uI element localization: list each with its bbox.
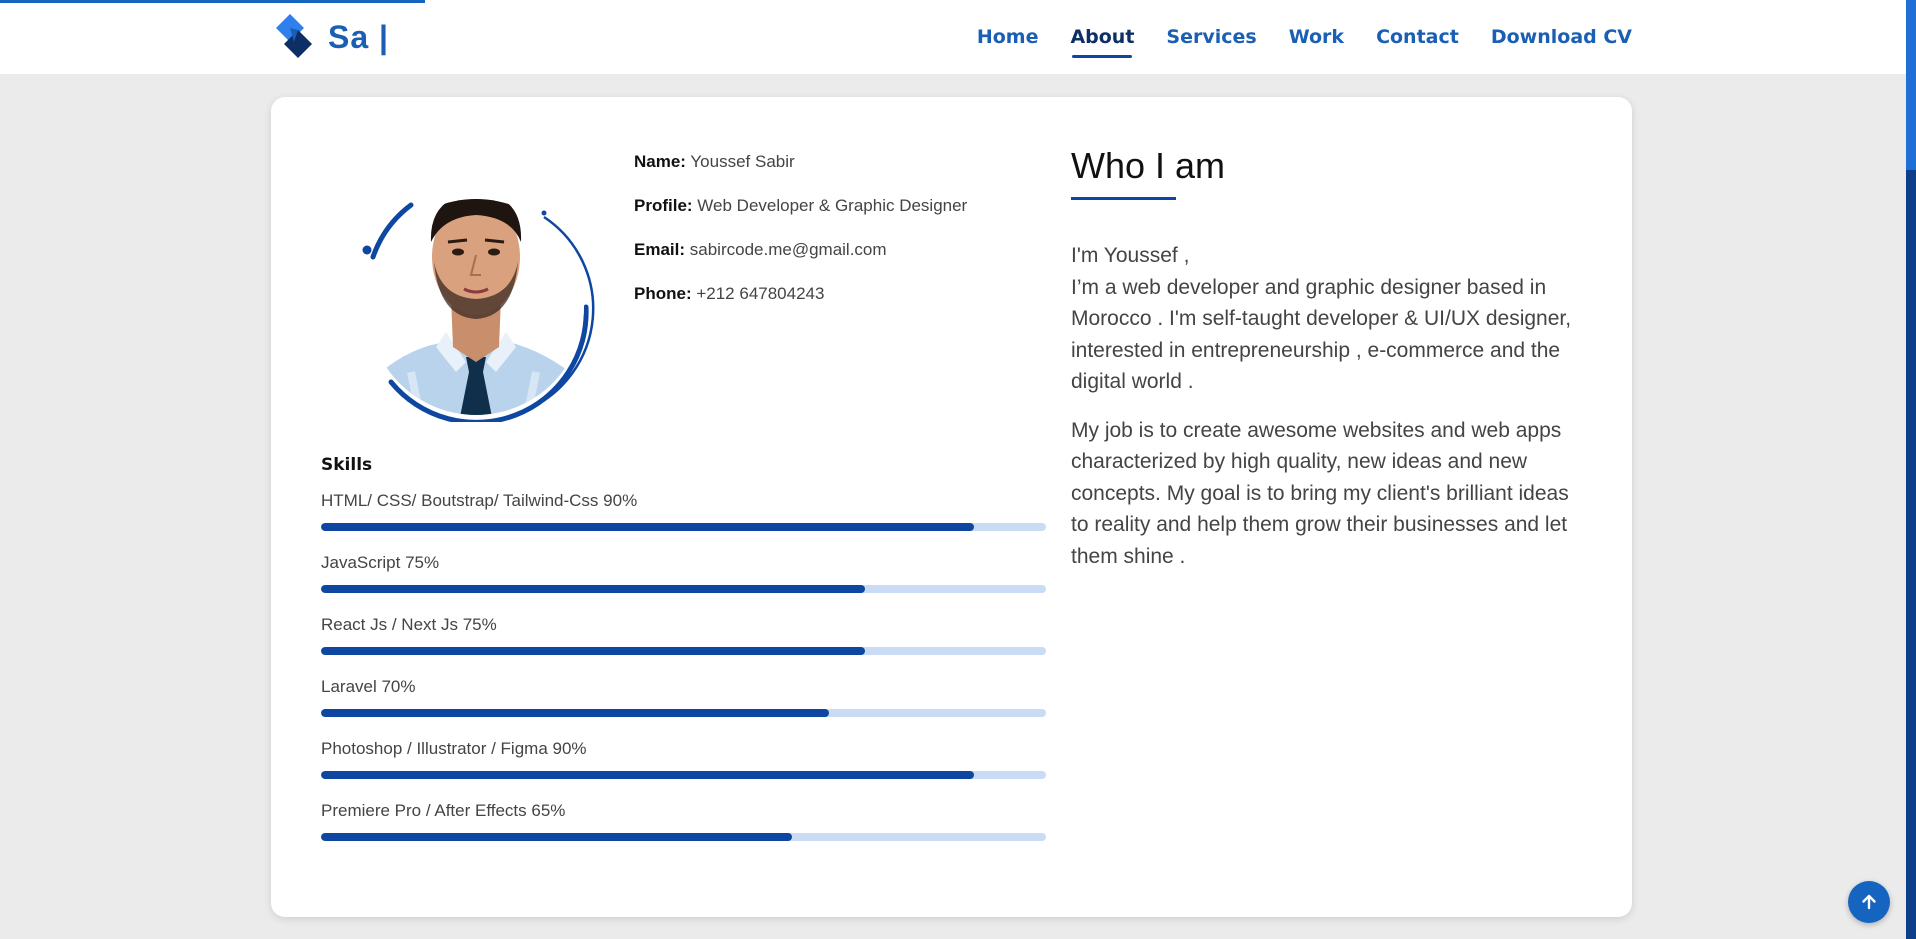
info-email: Email: sabircode.me@gmail.com [634, 239, 967, 260]
skill-progress-track [321, 771, 1046, 779]
skill-label: JavaScript 75% [321, 553, 440, 572]
skill-progress-track [321, 833, 1046, 841]
skill-progress-track [321, 647, 1046, 655]
profile-photo [351, 147, 596, 425]
phone-value: +212 647804243 [696, 284, 825, 303]
arrow-up-icon [1862, 894, 1876, 910]
skill-label: HTML/ CSS/ Boutstrap/ Tailwind-Css 90% [321, 491, 638, 510]
skill-item: JavaScript 75% [321, 553, 1046, 615]
about-intro: I’m a web developer and graphic designer… [1071, 275, 1572, 394]
skill-label: Laravel 70% [321, 677, 416, 696]
skill-progress-fill [321, 709, 829, 717]
skill-progress-track [321, 709, 1046, 717]
info-phone: Phone: +212 647804243 [634, 283, 967, 304]
skill-progress-fill [321, 585, 865, 593]
nav-contact[interactable]: Contact [1376, 20, 1459, 54]
about-greeting: I'm Youssef , [1071, 244, 1190, 267]
about-card: Name: Youssef Sabir Profile: Web Develop… [271, 97, 1632, 917]
info-name: Name: Youssef Sabir [634, 151, 967, 172]
who-i-am-section: Who I am I'm Youssef , I’m a web develop… [1071, 145, 1591, 589]
skill-item: Premiere Pro / After Effects 65% [321, 801, 1046, 863]
skill-item: React Js / Next Js 75% [321, 615, 1046, 677]
navbar: Sa | Home About Services Work Contact Do… [0, 0, 1906, 74]
nav-home[interactable]: Home [977, 20, 1039, 54]
brand-text: Sa | [328, 18, 389, 55]
skill-progress-fill [321, 523, 974, 531]
email-value: sabircode.me@gmail.com [689, 240, 887, 259]
scrollbar-thumb[interactable] [1906, 0, 1916, 170]
main-nav: Home About Services Work Contact Downloa… [977, 0, 1632, 74]
scroll-progress-bar [0, 0, 425, 3]
skill-label: Premiere Pro / After Effects 65% [321, 801, 566, 820]
info-profile: Profile: Web Developer & Graphic Designe… [634, 195, 967, 216]
title-underline [1071, 197, 1176, 200]
skill-label: Photoshop / Illustrator / Figma 90% [321, 739, 587, 758]
nav-download-cv[interactable]: Download CV [1491, 20, 1632, 54]
email-label: Email: [634, 240, 686, 259]
skill-item: HTML/ CSS/ Boutstrap/ Tailwind-Css 90% [321, 491, 1046, 553]
profile-value: Web Developer & Graphic Designer [697, 196, 968, 215]
diamond-logo-icon [276, 14, 312, 58]
skill-item: Laravel 70% [321, 677, 1046, 739]
skill-progress-fill [321, 647, 865, 655]
name-label: Name: [634, 152, 686, 171]
nav-services[interactable]: Services [1166, 20, 1256, 54]
skills-title: Skills [321, 455, 373, 475]
about-paragraph-1: I'm Youssef , I’m a web developer and gr… [1071, 240, 1591, 398]
profile-label: Profile: [634, 196, 693, 215]
page-scrollbar[interactable] [1906, 0, 1916, 939]
skill-progress-fill [321, 771, 974, 779]
phone-label: Phone: [634, 284, 692, 303]
skills-section: Skills HTML/ CSS/ Boutstrap/ Tailwind-Cs… [321, 455, 1046, 863]
skill-progress-track [321, 585, 1046, 593]
avatar-illustration [362, 199, 595, 425]
name-value: Youssef Sabir [690, 152, 795, 171]
skill-progress-fill [321, 833, 793, 841]
who-title: Who I am [1071, 145, 1226, 186]
about-paragraph-2: My job is to create awesome websites and… [1071, 418, 1569, 568]
scroll-to-top-button[interactable] [1848, 881, 1890, 923]
skill-item: Photoshop / Illustrator / Figma 90% [321, 739, 1046, 801]
personal-info: Name: Youssef Sabir Profile: Web Develop… [634, 151, 967, 327]
skill-progress-track [321, 523, 1046, 531]
nav-about[interactable]: About [1070, 20, 1134, 58]
skill-label: React Js / Next Js 75% [321, 615, 497, 634]
nav-work[interactable]: Work [1289, 20, 1344, 54]
brand-logo[interactable]: Sa | [274, 12, 389, 62]
